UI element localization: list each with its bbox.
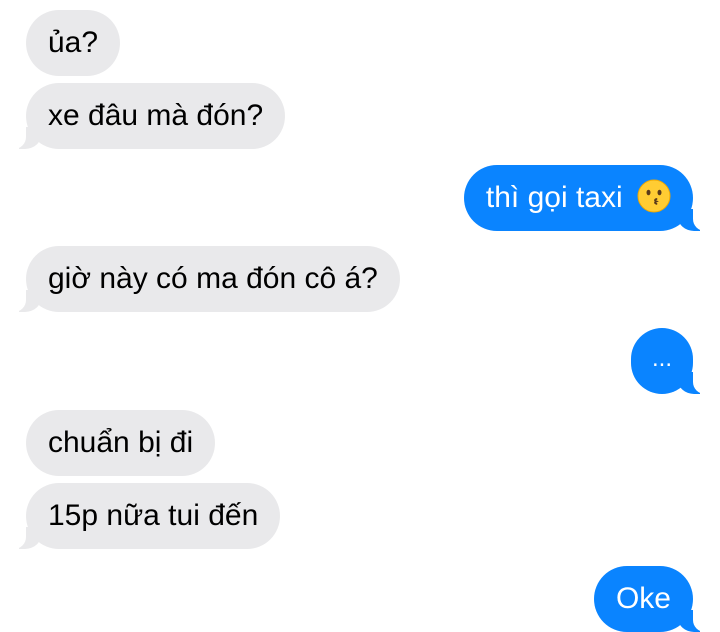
outgoing-message-bubble[interactable]: Oke bbox=[593, 566, 716, 632]
message-thread: ủa? xe đâu mà đón? thì gọi taxi giờ này … bbox=[0, 0, 720, 632]
incoming-message-bubble[interactable]: chuẩn bị đi bbox=[26, 410, 216, 476]
message-text: ... bbox=[651, 345, 672, 372]
incoming-message-bubble[interactable]: 15p nữa tui đến bbox=[3, 483, 281, 549]
incoming-message-bubble[interactable]: giờ này có ma đón cô á? bbox=[4, 246, 400, 312]
message-text: thì gọi taxi bbox=[485, 181, 623, 214]
kissing-face-emoji-icon bbox=[637, 179, 671, 213]
message-text: Oke bbox=[615, 582, 671, 615]
message-text: chuẩn bị đi bbox=[48, 426, 194, 459]
message-text: 15p nữa tui đến bbox=[48, 499, 259, 532]
message-text: giờ này có ma đón cô á? bbox=[48, 262, 378, 295]
message-text: xe đâu mà đón? bbox=[48, 99, 264, 132]
incoming-message-bubble[interactable]: xe đâu mà đón? bbox=[3, 83, 286, 149]
message-text: ủa? bbox=[48, 26, 99, 59]
incoming-message-bubble[interactable]: ủa? bbox=[26, 10, 121, 76]
outgoing-message-bubble[interactable]: ... bbox=[631, 328, 715, 394]
outgoing-message-bubble[interactable]: thì gọi taxi bbox=[463, 165, 716, 231]
